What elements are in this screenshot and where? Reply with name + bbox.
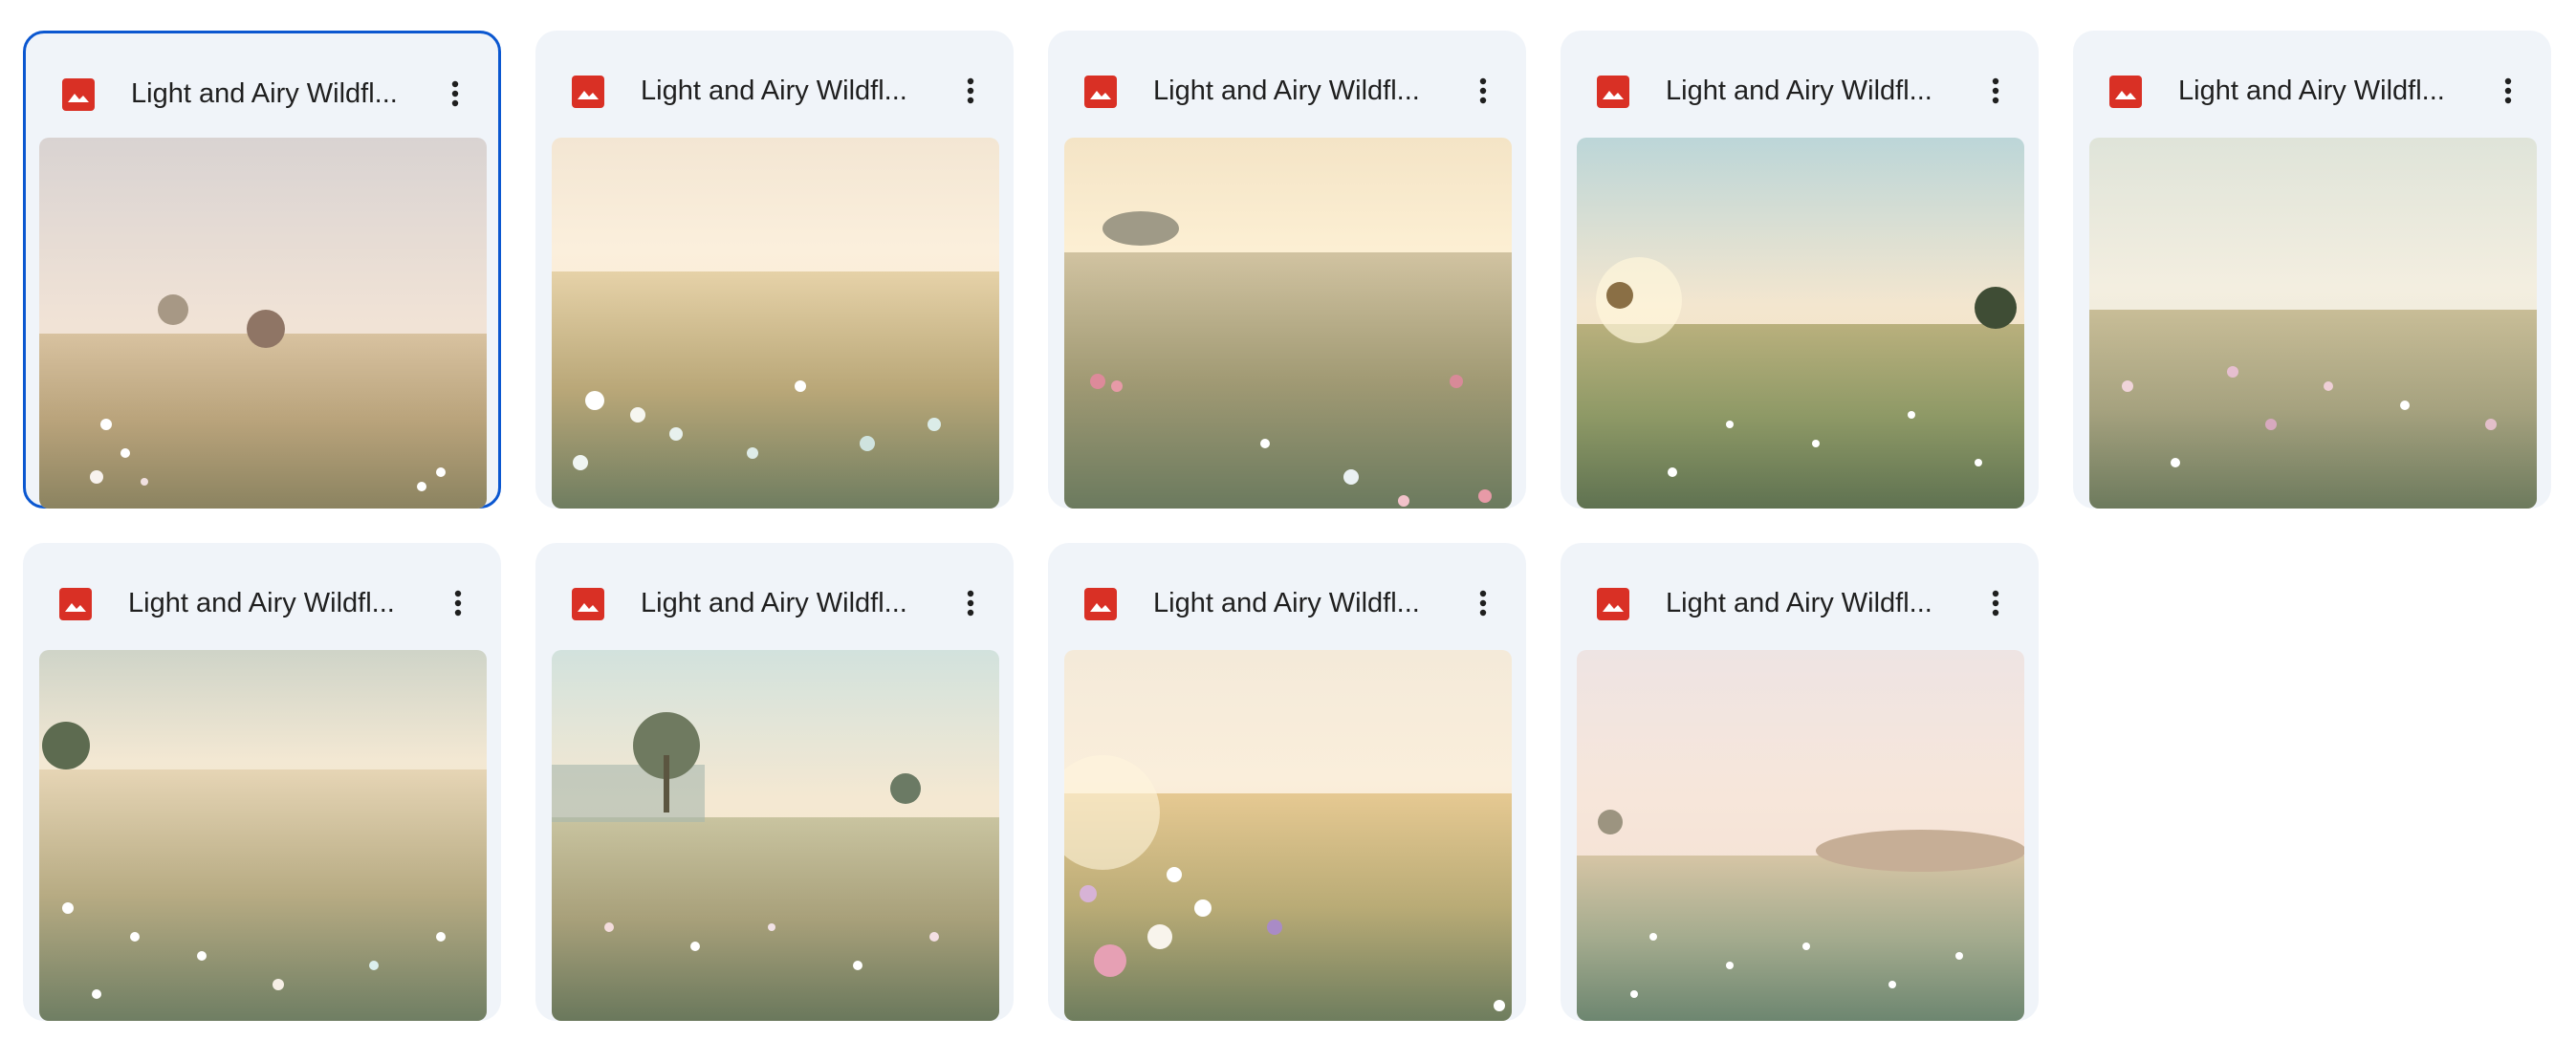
- image-file-icon: [1597, 76, 1629, 108]
- image-thumbnail[interactable]: [1064, 138, 1512, 509]
- more-actions-button[interactable]: [436, 581, 480, 625]
- more-vert-icon: [967, 77, 974, 104]
- file-card[interactable]: Light and Airy Wildfl...: [1561, 31, 2039, 509]
- file-card-header: Light and Airy Wildfl...: [1561, 31, 2039, 153]
- image-file-icon: [59, 588, 92, 620]
- file-card-header: Light and Airy Wildfl...: [23, 543, 501, 665]
- more-actions-button[interactable]: [1461, 581, 1505, 625]
- file-card[interactable]: Light and Airy Wildfl...: [1048, 31, 1526, 509]
- file-card-header: Light and Airy Wildfl...: [535, 31, 1014, 153]
- image-file-icon: [572, 76, 604, 108]
- file-card[interactable]: Light and Airy Wildfl...: [535, 31, 1014, 509]
- image-file-icon: [1084, 588, 1117, 620]
- file-name: Light and Airy Wildfl...: [128, 588, 395, 618]
- more-actions-button[interactable]: [433, 72, 477, 116]
- more-vert-icon: [2504, 77, 2512, 104]
- image-file-icon: [1597, 588, 1629, 620]
- more-actions-button[interactable]: [2486, 69, 2530, 113]
- file-name: Light and Airy Wildfl...: [641, 76, 907, 106]
- image-thumbnail[interactable]: [2089, 138, 2537, 509]
- file-card[interactable]: Light and Airy Wildfl...: [23, 543, 501, 1021]
- image-thumbnail[interactable]: [1577, 138, 2024, 509]
- file-grid: Light and Airy Wildfl... Light and Airy …: [0, 0, 2576, 1040]
- more-actions-button[interactable]: [1974, 69, 2018, 113]
- file-card-header: Light and Airy Wildfl...: [1048, 543, 1526, 665]
- image-thumbnail[interactable]: [39, 650, 487, 1021]
- more-vert-icon: [454, 590, 462, 617]
- file-card[interactable]: Light and Airy Wildfl...: [23, 31, 501, 509]
- file-card[interactable]: Light and Airy Wildfl...: [1561, 543, 2039, 1021]
- file-name: Light and Airy Wildfl...: [131, 78, 398, 109]
- image-file-icon: [62, 78, 95, 111]
- file-card-header: Light and Airy Wildfl...: [2073, 31, 2551, 153]
- more-vert-icon: [451, 80, 459, 107]
- image-file-icon: [572, 588, 604, 620]
- file-name: Light and Airy Wildfl...: [1153, 76, 1420, 106]
- file-card[interactable]: Light and Airy Wildfl...: [1048, 543, 1526, 1021]
- file-card-header: Light and Airy Wildfl...: [535, 543, 1014, 665]
- more-actions-button[interactable]: [949, 69, 993, 113]
- more-actions-button[interactable]: [949, 581, 993, 625]
- file-name: Light and Airy Wildfl...: [1666, 76, 1932, 106]
- image-file-icon: [1084, 76, 1117, 108]
- image-thumbnail[interactable]: [552, 138, 999, 509]
- more-vert-icon: [1479, 77, 1487, 104]
- more-vert-icon: [1992, 77, 1999, 104]
- file-card-header: Light and Airy Wildfl...: [1048, 31, 1526, 153]
- file-name: Light and Airy Wildfl...: [2178, 76, 2445, 106]
- image-thumbnail[interactable]: [552, 650, 999, 1021]
- file-card-header: Light and Airy Wildfl...: [1561, 543, 2039, 665]
- file-name: Light and Airy Wildfl...: [1666, 588, 1932, 618]
- more-vert-icon: [1992, 590, 1999, 617]
- file-name: Light and Airy Wildfl...: [1153, 588, 1420, 618]
- image-file-icon: [2109, 76, 2142, 108]
- more-actions-button[interactable]: [1974, 581, 2018, 625]
- file-card[interactable]: Light and Airy Wildfl...: [2073, 31, 2551, 509]
- more-actions-button[interactable]: [1461, 69, 1505, 113]
- file-name: Light and Airy Wildfl...: [641, 588, 907, 618]
- image-thumbnail[interactable]: [1064, 650, 1512, 1021]
- image-thumbnail[interactable]: [1577, 650, 2024, 1021]
- image-thumbnail[interactable]: [39, 138, 487, 509]
- more-vert-icon: [1479, 590, 1487, 617]
- more-vert-icon: [967, 590, 974, 617]
- file-card[interactable]: Light and Airy Wildfl...: [535, 543, 1014, 1021]
